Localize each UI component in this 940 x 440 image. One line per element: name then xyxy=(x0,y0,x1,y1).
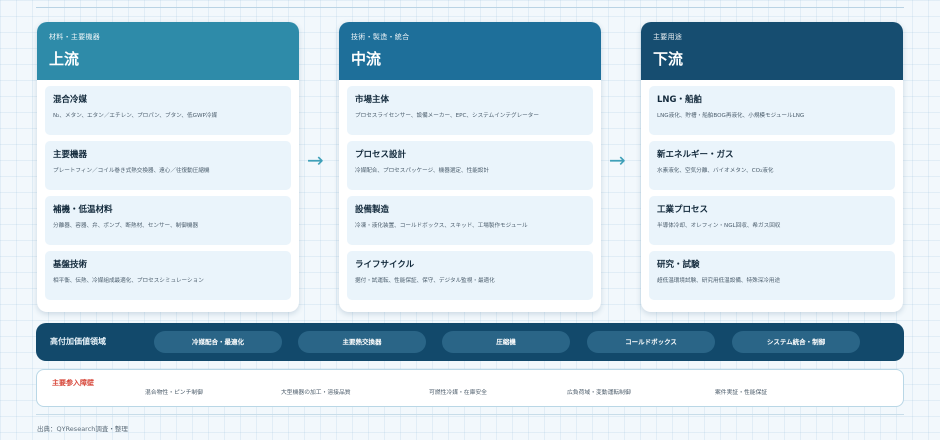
downstream-item: 研究・試験 超低温環境試験、研究用低温設備、特殊深冷用途 xyxy=(649,251,895,300)
downstream-item: 新エネルギー・ガス 水素液化、空気分離、バイオメタン、CO₂液化 xyxy=(649,141,895,190)
high-value-pill: システム統合・制御 xyxy=(732,331,860,353)
midstream-subtitle: 技術・製造・統合 xyxy=(351,33,410,41)
item-desc: 冷媒配合、プロセスパッケージ、機器選定、性能設計 xyxy=(355,168,489,174)
item-desc: プレートフィン／コイル巻き式熱交換器、遠心／往復動圧縮機 xyxy=(53,168,210,174)
item-desc: プロセスライセンサー、設備メーカー、EPC、システムインテグレーター xyxy=(355,113,539,119)
item-title: 混合冷媒 xyxy=(53,95,88,105)
downstream-item: LNG・船舶 LNG液化、貯槽・船舶BOG再液化、小規模モジュールLNG xyxy=(649,86,895,135)
barrier-item: 可燃性冷媒・在庫安全 xyxy=(429,390,487,396)
upstream-item: 混合冷媒 N₂、メタン、エタン／エチレン、プロパン、ブタン、低GWP冷媒 xyxy=(45,86,291,135)
item-title: 新エネルギー・ガス xyxy=(657,150,734,160)
item-title: 補機・低温材料 xyxy=(53,205,113,215)
high-value-pill: 冷媒配合・最適化 xyxy=(154,331,282,353)
item-title: 工業プロセス xyxy=(657,205,709,215)
high-value-label: 高付加価値領域 xyxy=(50,337,106,346)
upstream-title: 上流 xyxy=(49,50,80,68)
downstream-item: 工業プロセス 半導体冷却、オレフィン・NGL回収、希ガス回収 xyxy=(649,196,895,245)
upstream-header: 材料・主要機器 上流 xyxy=(37,22,299,80)
source-note: 出典：QYResearch調査・整理 xyxy=(37,425,128,433)
item-title: プロセス設計 xyxy=(355,150,407,160)
barrier-item: 案件実証・性能保証 xyxy=(715,390,768,396)
flow-arrow-icon: → xyxy=(307,148,324,172)
item-desc: 据付・試運転、性能保証、保守、デジタル監視・最適化 xyxy=(355,278,495,284)
item-title: 設備製造 xyxy=(355,205,390,215)
item-desc: 相平衡、伝熱、冷媒組成最適化、プロセスシミュレーション xyxy=(53,278,204,284)
high-value-pill: コールドボックス xyxy=(587,331,715,353)
midstream-item: 市場主体 プロセスライセンサー、設備メーカー、EPC、システムインテグレーター xyxy=(347,86,593,135)
high-value-pill: 圧縮機 xyxy=(442,331,570,353)
downstream-header: 主要用途 下流 xyxy=(641,22,903,80)
downstream-subtitle: 主要用途 xyxy=(653,33,683,41)
barrier-item: 広負荷域・変動運転制御 xyxy=(567,390,631,396)
item-desc: 超低温環境試験、研究用低温設備、特殊深冷用途 xyxy=(657,278,781,284)
item-desc: 分離器、容器、弁、ポンプ、断熱材、センサー、制御機器 xyxy=(53,223,199,229)
item-title: 研究・試験 xyxy=(657,260,700,270)
item-title: 市場主体 xyxy=(355,95,390,105)
upstream-item: 主要機器 プレートフィン／コイル巻き式熱交換器、遠心／往復動圧縮機 xyxy=(45,141,291,190)
item-desc: 冷凍・液化装置、コールドボックス、スキッド、工場製作モジュール xyxy=(355,223,528,229)
midstream-item: 設備製造 冷凍・液化装置、コールドボックス、スキッド、工場製作モジュール xyxy=(347,196,593,245)
flow-arrow-icon: → xyxy=(609,148,626,172)
midstream-item: プロセス設計 冷媒配合、プロセスパッケージ、機器選定、性能設計 xyxy=(347,141,593,190)
item-title: 主要機器 xyxy=(53,150,88,160)
midstream-header: 技術・製造・統合 中流 xyxy=(339,22,601,80)
item-title: ライフサイクル xyxy=(355,260,415,270)
entry-barriers-panel: 主要参入障壁 混合物性・ピンチ制御 大型機器の加工・溶接品質 可燃性冷媒・在庫安… xyxy=(36,369,904,407)
item-title: LNG・船舶 xyxy=(657,95,703,105)
high-value-bar: 高付加価値領域 冷媒配合・最適化 主要熱交換器 圧縮機 コールドボックス システ… xyxy=(36,323,904,361)
upstream-item: 基盤技術 相平衡、伝熱、冷媒組成最適化、プロセスシミュレーション xyxy=(45,251,291,300)
item-desc: N₂、メタン、エタン／エチレン、プロパン、ブタン、低GWP冷媒 xyxy=(53,113,218,119)
item-desc: LNG液化、貯槽・船舶BOG再液化、小規模モジュールLNG xyxy=(657,113,805,119)
midstream-item: ライフサイクル 据付・試運転、性能保証、保守、デジタル監視・最適化 xyxy=(347,251,593,300)
downstream-title: 下流 xyxy=(653,50,684,68)
downstream-panel: 主要用途 下流 LNG・船舶 LNG液化、貯槽・船舶BOG再液化、小規模モジュー… xyxy=(641,22,903,312)
midstream-title: 中流 xyxy=(351,50,382,68)
midstream-panel: 技術・製造・統合 中流 市場主体 プロセスライセンサー、設備メーカー、EPC、シ… xyxy=(339,22,601,312)
item-title: 基盤技術 xyxy=(53,260,88,270)
high-value-pill: 主要熱交換器 xyxy=(298,331,426,353)
upstream-panel: 材料・主要機器 上流 混合冷媒 N₂、メタン、エタン／エチレン、プロパン、ブタン… xyxy=(37,22,299,312)
upstream-subtitle: 材料・主要機器 xyxy=(49,33,101,41)
upstream-item: 補機・低温材料 分離器、容器、弁、ポンプ、断熱材、センサー、制御機器 xyxy=(45,196,291,245)
barrier-item: 混合物性・ピンチ制御 xyxy=(145,390,203,396)
item-desc: 水素液化、空気分離、バイオメタン、CO₂液化 xyxy=(657,168,774,174)
barriers-title: 主要参入障壁 xyxy=(52,379,94,387)
barrier-item: 大型機器の加工・溶接品質 xyxy=(281,390,351,396)
top-divider xyxy=(36,7,904,8)
item-desc: 半導体冷却、オレフィン・NGL回収、希ガス回収 xyxy=(657,223,781,229)
bottom-divider xyxy=(36,414,904,415)
